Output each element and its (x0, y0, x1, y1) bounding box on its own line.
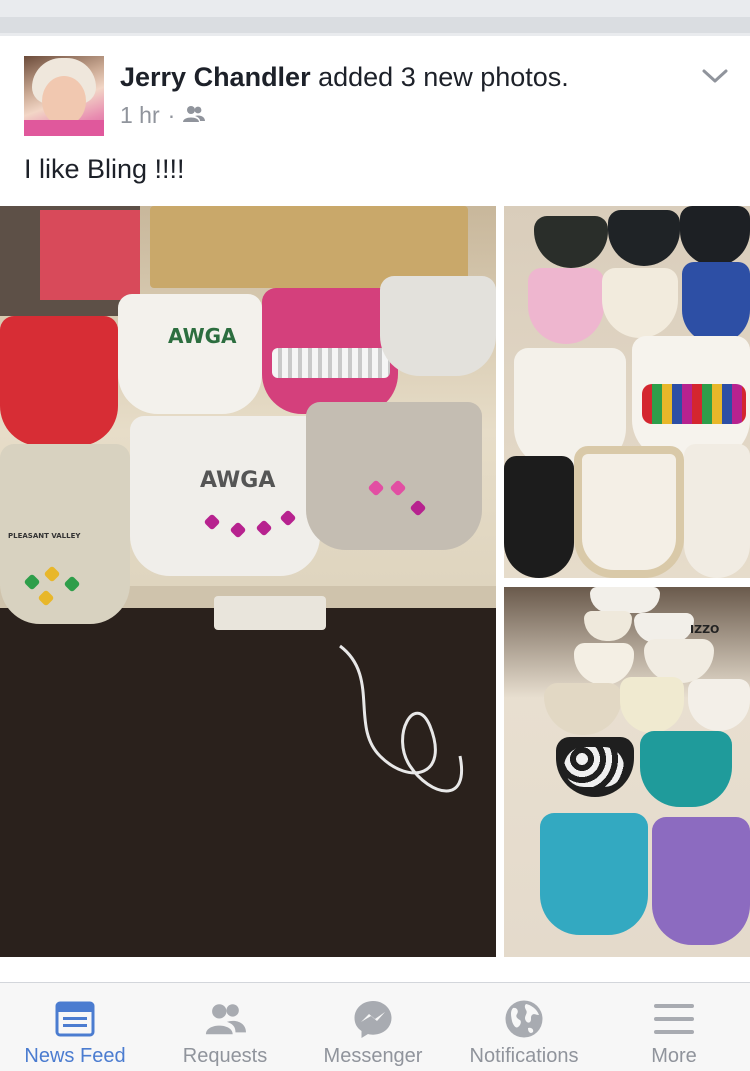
menu-icon (653, 999, 695, 1039)
news-feed-icon (54, 999, 96, 1039)
facebook-app-screen: Jerry Chandler added 3 new photos. 1 hr … (0, 0, 750, 1071)
tab-label: News Feed (24, 1045, 126, 1067)
tab-label: Notifications (469, 1045, 579, 1067)
meta-separator: · (167, 102, 176, 128)
post-action-text: added 3 new photos. (318, 62, 569, 92)
tab-label: Requests (182, 1045, 268, 1067)
feed-divider (0, 0, 750, 36)
friends-icon (183, 102, 206, 129)
post-photo-1[interactable]: AWGA PLEASANT VALLEY AWGA (0, 206, 496, 957)
visor-white-awga (118, 294, 262, 414)
tab-news-feed[interactable]: News Feed (0, 983, 150, 1071)
post-photo-3[interactable]: IZZO (504, 587, 750, 957)
visor-grey (306, 402, 482, 550)
author-name[interactable]: Jerry Chandler (120, 62, 311, 92)
tab-label: Messenger (323, 1045, 423, 1067)
messenger-icon (352, 999, 394, 1039)
tab-messenger[interactable]: Messenger (298, 983, 448, 1071)
post-timestamp[interactable]: 1 hr (120, 102, 160, 129)
author-avatar[interactable] (24, 56, 104, 136)
post-text: I like Bling !!!! (24, 154, 185, 184)
tab-more[interactable]: More (599, 983, 749, 1071)
visor-text-izzo: IZZO (690, 623, 720, 636)
chevron-down-icon[interactable] (700, 64, 730, 88)
visor-text-pleasant-valley: PLEASANT VALLEY (8, 532, 81, 540)
visor-text-awga: AWGA (168, 324, 237, 348)
visor-grey-pins (380, 276, 496, 376)
globe-icon (503, 999, 545, 1039)
tab-requests[interactable]: Requests (150, 983, 300, 1071)
post-photo-2[interactable] (504, 206, 750, 578)
requests-icon (204, 999, 246, 1039)
visor-text-awga-2: AWGA (200, 468, 276, 493)
tab-notifications[interactable]: Notifications (449, 983, 599, 1071)
post-header-line: Jerry Chandler added 3 new photos. (120, 62, 569, 93)
feed-post: Jerry Chandler added 3 new photos. 1 hr … (0, 36, 750, 982)
bottom-tab-bar: News Feed Requests Messenger Notificatio… (0, 982, 750, 1071)
visor-white-awga-2 (130, 416, 320, 576)
tab-label: More (651, 1045, 697, 1067)
post-meta: 1 hr · (120, 102, 206, 129)
visor-red (0, 316, 118, 446)
